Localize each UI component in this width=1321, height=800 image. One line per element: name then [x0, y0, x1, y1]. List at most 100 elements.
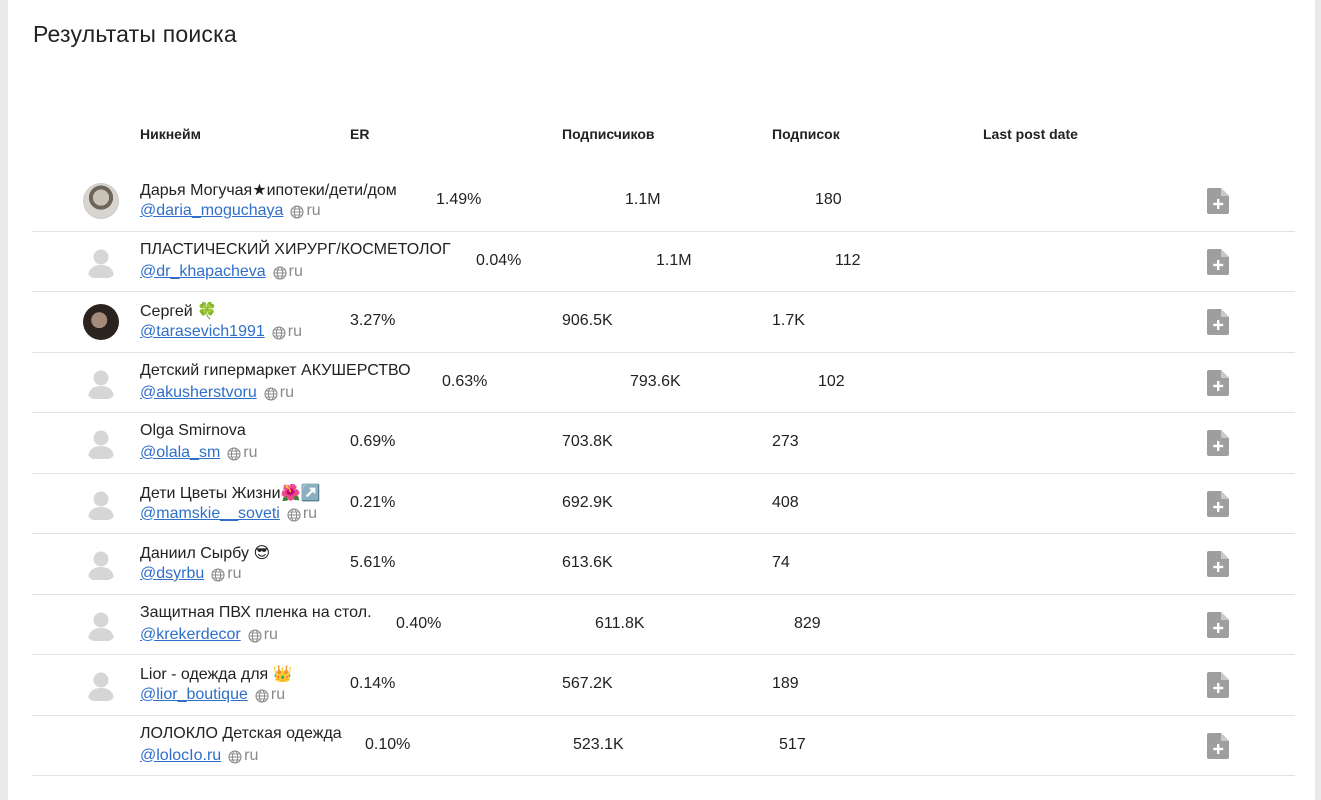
- file-add-icon[interactable]: [1207, 551, 1229, 577]
- header-nickname[interactable]: Никнейм: [140, 126, 201, 142]
- profile-name: Дарья Могучая★ипотеки/дети/дом: [140, 182, 397, 199]
- er-value: 5.61%: [350, 554, 396, 571]
- profile-name: ПЛАСТИЧЕСКИЙ ХИРУРГ/КОСМЕТОЛОГ: [140, 240, 451, 258]
- er-value: 0.69%: [350, 433, 396, 450]
- table-row: Защитная ПВХ пленка на стол. @krekerdecor…: [32, 595, 1295, 655]
- user-placeholder-icon: [83, 486, 119, 522]
- following-value: 1.7K: [772, 312, 805, 329]
- table-row: Дети Цветы Жизни🌺↗️ @mamskie__soveti ru 0.2…: [32, 474, 1295, 534]
- followers-value: 793.6K: [630, 372, 681, 390]
- file-add-icon[interactable]: [1207, 309, 1229, 335]
- language-code: ru: [288, 262, 303, 280]
- profile-name: Lior - одежда для 👑: [140, 666, 293, 683]
- handle-line: @krekerdecor ru: [140, 626, 278, 644]
- profile-handle-link[interactable]: @lolocIo.ru: [140, 747, 221, 765]
- profile-name: Сергей 🍀: [140, 303, 218, 320]
- header-last-post-date[interactable]: Last post date: [983, 126, 1078, 142]
- language-code: ru: [244, 746, 259, 764]
- profile-handle-link[interactable]: @daria_moguchaya: [140, 202, 283, 220]
- user-placeholder-icon: [83, 607, 119, 643]
- er-value: 0.10%: [365, 735, 411, 753]
- following-value: 112: [835, 251, 861, 269]
- user-placeholder-icon: [83, 244, 119, 280]
- profile-handle-link[interactable]: @olala_sm: [140, 444, 220, 462]
- handle-line: @lolocIo.ru ru: [140, 747, 258, 765]
- globe-icon: [228, 749, 242, 764]
- results-table-body: Дарья Могучая★ипотеки/дети/дом @daria_mog…: [32, 171, 1295, 776]
- globe-icon: [272, 326, 286, 340]
- followers-value: 692.9K: [562, 493, 613, 511]
- followers-value: 523.1K: [573, 735, 624, 753]
- profile-handle-link[interactable]: @lior_boutique: [140, 686, 248, 704]
- table-row: Детский гипермаркет АКУШЕРСТВО @akusherst…: [32, 353, 1295, 413]
- avatar: [83, 183, 119, 219]
- followers-value: 1.1M: [625, 191, 661, 208]
- followers-value: 567.2K: [562, 675, 613, 692]
- handle-line: @mamskie__soveti ru: [140, 505, 317, 523]
- user-placeholder-icon: [83, 546, 119, 582]
- er-value: 0.63%: [442, 372, 488, 390]
- following-value: 102: [818, 372, 845, 390]
- profile-name: Дети Цветы Жизни🌺↗️: [140, 484, 321, 502]
- followers-value: 1.1M: [656, 251, 692, 269]
- file-add-icon[interactable]: [1207, 672, 1229, 698]
- language-code: ru: [243, 444, 258, 461]
- profile-name: ЛОЛОКЛО Детская одежда: [140, 724, 342, 742]
- profile-name: Защитная ПВХ пленка на стол.: [140, 603, 372, 621]
- handle-line: @dr_khapacheva ru: [140, 263, 303, 281]
- file-add-icon[interactable]: [1207, 611, 1229, 638]
- globe-icon: [255, 689, 269, 703]
- following-value: 74: [772, 554, 790, 571]
- followers-value: 613.6K: [562, 554, 613, 571]
- language-code: ru: [279, 383, 294, 401]
- header-er[interactable]: ER: [350, 126, 369, 142]
- table-row: Lior - одежда для 👑 @lior_boutique ru 0.14%…: [32, 655, 1295, 716]
- file-add-icon[interactable]: [1207, 732, 1229, 759]
- profile-handle-link[interactable]: @mamskie__soveti: [140, 505, 280, 523]
- handle-line: @tarasevich1991 ru: [140, 323, 302, 341]
- page-title: Результаты поиска: [33, 21, 237, 47]
- file-add-icon[interactable]: [1207, 248, 1229, 275]
- file-add-icon[interactable]: [1207, 430, 1229, 456]
- language-code: ru: [270, 686, 286, 703]
- following-value: 517: [779, 735, 806, 753]
- followers-value: 906.5K: [562, 312, 613, 329]
- language-code: ru: [227, 565, 242, 582]
- profile-handle-link[interactable]: @akusherstvoru: [140, 384, 257, 402]
- profile-handle-link[interactable]: @dr_khapacheva: [140, 263, 266, 281]
- globe-icon: [290, 205, 304, 219]
- avatar: [83, 304, 119, 340]
- file-add-icon[interactable]: [1207, 490, 1229, 517]
- table-row: ПЛАСТИЧЕСКИЙ ХИРУРГ/КОСМЕТОЛОГ @dr_khapac…: [32, 232, 1295, 292]
- language-code: ru: [263, 625, 278, 643]
- language-code: ru: [302, 504, 318, 522]
- er-value: 0.14%: [350, 675, 396, 692]
- table-row: ЛОЛОКЛО Детская одежда @lolocIo.ru ru 0.10%…: [32, 716, 1295, 776]
- profile-handle-link[interactable]: @dsyrbu: [140, 565, 204, 583]
- header-following[interactable]: Подписок: [772, 126, 840, 142]
- file-add-icon[interactable]: [1207, 188, 1229, 214]
- handle-line: @lior_boutique ru: [140, 686, 285, 704]
- table-row: Сергей 🍀 @tarasevich1991 ru 3.27% 906.5K 1.7K: [32, 292, 1295, 353]
- search-results-card: Результаты поиска Никнейм ER Подписчиков…: [8, 0, 1315, 800]
- profile-name: Даниил Сырбу 😎: [140, 545, 271, 562]
- following-value: 273: [772, 433, 799, 450]
- er-value: 1.49%: [436, 191, 482, 208]
- table-row: Olga Smirnova @olala_sm ru 0.69% 703.8K 273: [32, 413, 1295, 474]
- er-value: 0.04%: [476, 251, 522, 269]
- profile-name: Детский гипермаркет АКУШЕРСТВО: [140, 361, 411, 379]
- language-code: ru: [287, 323, 302, 340]
- following-value: 180: [815, 191, 842, 208]
- handle-line: @akusherstvoru ru: [140, 384, 294, 402]
- globe-icon: [211, 568, 225, 582]
- table-header: Никнейм ER Подписчиков Подписок Last pos…: [8, 126, 1315, 146]
- followers-value: 611.8K: [595, 614, 645, 632]
- handle-line: @dsyrbu ru: [140, 565, 242, 583]
- globe-icon: [248, 628, 262, 643]
- profile-handle-link[interactable]: @krekerdecor: [140, 626, 241, 644]
- header-followers[interactable]: Подписчиков: [562, 126, 655, 142]
- file-add-icon[interactable]: [1207, 369, 1229, 396]
- globe-icon: [227, 447, 241, 461]
- profile-handle-link[interactable]: @tarasevich1991: [140, 323, 265, 341]
- globe-icon: [273, 265, 287, 280]
